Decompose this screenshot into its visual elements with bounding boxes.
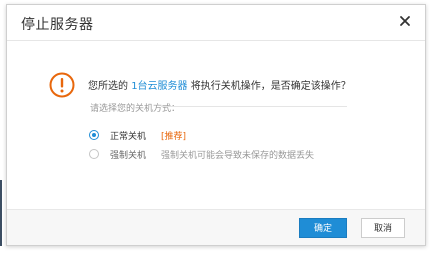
recommended-badge: [推荐]: [161, 132, 187, 142]
dialog-header: 停止服务器: [7, 5, 425, 41]
radio-force-shutdown[interactable]: [89, 149, 99, 159]
confirm-message: 您所选的 1台云服务器 将执行关机操作，是否确定该操作？: [88, 77, 351, 92]
server-count-link[interactable]: 1台云服务器: [131, 81, 187, 92]
stop-server-dialog: 停止服务器 您所选的 1台云服务器 将执行关机操作，是否确定该操作？ 请选择您的…: [6, 4, 426, 246]
option-force-label: 强制关机: [110, 151, 147, 161]
hint-divider: [161, 106, 347, 107]
shutdown-mode-hint: 请选择您的关机方式：: [90, 104, 181, 114]
message-prefix: 您所选的: [88, 81, 132, 92]
cancel-button[interactable]: 取消: [361, 218, 405, 238]
background-sidebar-edge: [0, 180, 2, 246]
warning-icon: [49, 72, 75, 98]
option-normal-label: 正常关机: [110, 132, 147, 142]
message-suffix: 将执行关机操作，是否确定该操作？: [187, 81, 351, 92]
close-icon[interactable]: [397, 13, 413, 29]
radio-normal-shutdown[interactable]: [89, 130, 99, 140]
dialog-title: 停止服务器: [21, 17, 94, 33]
screen: 停止服务器 您所选的 1台云服务器 将执行关机操作，是否确定该操作？ 请选择您的…: [0, 0, 436, 260]
dialog-footer: 确定 取消: [7, 209, 425, 245]
force-shutdown-warning: 强制关机可能会导致未保存的数据丢失: [161, 151, 315, 161]
dialog-body: 您所选的 1台云服务器 将执行关机操作，是否确定该操作？ 请选择您的关机方式： …: [7, 41, 425, 211]
confirm-button[interactable]: 确定: [299, 218, 347, 238]
